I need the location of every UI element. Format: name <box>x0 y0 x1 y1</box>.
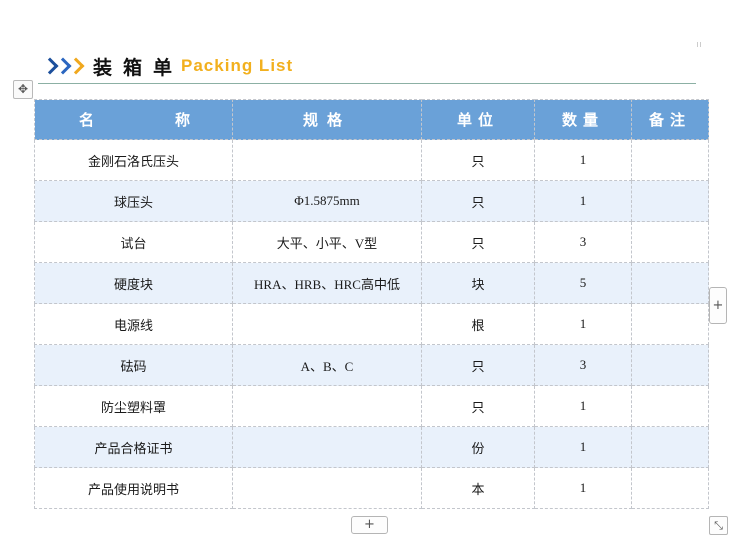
cell-qty[interactable]: 3 <box>534 221 632 263</box>
title-english: Packing List <box>181 56 294 75</box>
cell-qty[interactable]: 1 <box>534 385 632 427</box>
title-chinese: 装箱单 <box>93 56 184 79</box>
cell-qty[interactable]: 1 <box>534 139 632 181</box>
header-qty: 数量 <box>534 99 632 140</box>
header-spec-label: 规格 <box>302 111 351 129</box>
cell-qty[interactable]: 1 <box>534 426 632 468</box>
add-column-button[interactable]: + <box>709 287 727 324</box>
header-note-label: 备注 <box>648 111 691 129</box>
table-row: 砝码 A、B、C 只 3 <box>34 344 709 386</box>
cell-unit[interactable]: 只 <box>421 344 535 386</box>
header-name-part2: 称 <box>174 111 190 129</box>
table-row: 产品合格证书 份 1 <box>34 426 709 468</box>
cell-note[interactable] <box>631 221 709 263</box>
plus-icon: + <box>712 298 724 313</box>
cell-note[interactable] <box>631 467 709 509</box>
table-row: 电源线 根 1 <box>34 303 709 345</box>
table-header-row: 名 称 规格 单位 数量 备注 <box>34 99 709 140</box>
resize-diagonal-icon[interactable]: ⤡ <box>709 516 728 535</box>
cell-spec[interactable] <box>232 303 422 345</box>
cell-spec[interactable] <box>232 139 422 181</box>
table-row: 硬度块 HRA、HRB、HRC高中低 块 5 <box>34 262 709 304</box>
cell-note[interactable] <box>631 139 709 181</box>
add-row-button[interactable]: + <box>351 516 388 534</box>
cell-name[interactable]: 产品合格证书 <box>34 426 233 468</box>
cell-unit[interactable]: 只 <box>421 221 535 263</box>
cell-name[interactable]: 试台 <box>34 221 233 263</box>
table-row: 防尘塑料罩 只 1 <box>34 385 709 427</box>
cell-name[interactable]: 金刚石洛氏压头 <box>34 139 233 181</box>
cell-name[interactable]: 产品使用说明书 <box>34 467 233 509</box>
cell-qty[interactable]: 1 <box>534 303 632 345</box>
cell-spec[interactable]: A、B、C <box>232 344 422 386</box>
plus-icon: + <box>364 517 375 532</box>
header-name: 名 称 <box>34 99 233 140</box>
cell-name[interactable]: 砝码 <box>34 344 233 386</box>
table-row: 金刚石洛氏压头 只 1 <box>34 139 709 181</box>
cell-note[interactable] <box>631 303 709 345</box>
cell-note[interactable] <box>631 426 709 468</box>
cell-spec[interactable] <box>232 426 422 468</box>
cell-name[interactable]: 电源线 <box>34 303 233 345</box>
header-note: 备注 <box>631 99 709 140</box>
cell-unit[interactable]: 份 <box>421 426 535 468</box>
cell-name[interactable]: 球压头 <box>34 180 233 222</box>
header-unit: 单位 <box>421 99 535 140</box>
cell-unit[interactable]: 只 <box>421 385 535 427</box>
cell-note[interactable] <box>631 385 709 427</box>
cell-name[interactable]: 防尘塑料罩 <box>34 385 233 427</box>
cell-qty[interactable]: 1 <box>534 467 632 509</box>
packing-table: 名 称 规格 单位 数量 备注 金刚石洛氏压头 只 1 球压头 Φ1.5875m… <box>34 99 709 509</box>
cell-qty[interactable]: 1 <box>534 180 632 222</box>
cell-unit[interactable]: 根 <box>421 303 535 345</box>
move-arrows-icon[interactable]: ✥ <box>13 80 33 99</box>
cell-name[interactable]: 硬度块 <box>34 262 233 304</box>
header-spec: 规格 <box>232 99 422 140</box>
table-row: 产品使用说明书 本 1 <box>34 467 709 509</box>
table-row: 球压头 Φ1.5875mm 只 1 <box>34 180 709 222</box>
cell-unit[interactable]: 只 <box>421 139 535 181</box>
header-unit-label: 单位 <box>456 111 499 129</box>
cell-qty[interactable]: 5 <box>534 262 632 304</box>
corner-mark <box>697 42 701 47</box>
chevrons-icon <box>41 57 85 75</box>
cell-unit[interactable]: 只 <box>421 180 535 222</box>
header-qty-label: 数量 <box>561 111 604 129</box>
cell-spec[interactable]: Φ1.5875mm <box>232 180 422 222</box>
cell-note[interactable] <box>631 344 709 386</box>
cell-note[interactable] <box>631 180 709 222</box>
header-name-part1: 名 <box>79 111 95 129</box>
cell-spec[interactable]: 大平、小平、V型 <box>232 221 422 263</box>
cell-unit[interactable]: 块 <box>421 262 535 304</box>
table-row: 试台 大平、小平、V型 只 3 <box>34 221 709 263</box>
title-underline <box>38 83 696 84</box>
cell-qty[interactable]: 3 <box>534 344 632 386</box>
document-title: 装箱单 Packing List <box>41 52 294 80</box>
cell-unit[interactable]: 本 <box>421 467 535 509</box>
cell-spec[interactable] <box>232 467 422 509</box>
cell-note[interactable] <box>631 262 709 304</box>
cell-spec[interactable] <box>232 385 422 427</box>
cell-spec[interactable]: HRA、HRB、HRC高中低 <box>232 262 422 304</box>
